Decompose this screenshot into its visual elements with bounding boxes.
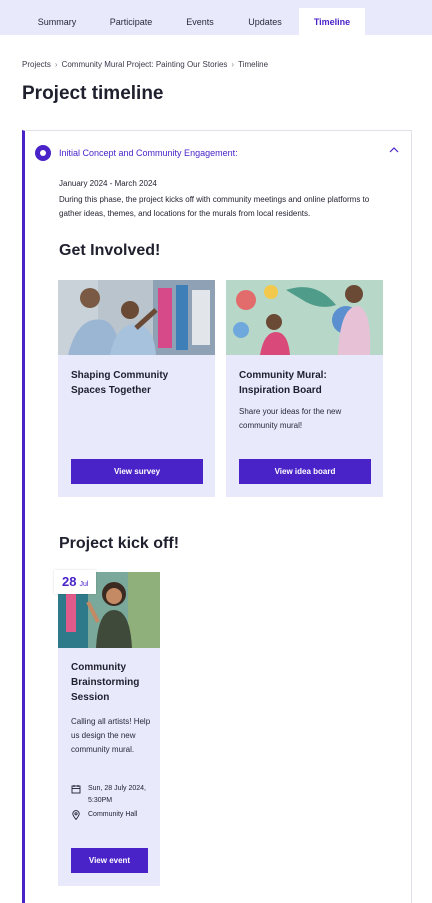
chevron-right-icon: › (231, 60, 235, 69)
phase-dates: January 2024 - March 2024 (59, 179, 157, 188)
survey-card-title: Shaping Community Spaces Together (71, 370, 169, 396)
idea-board-card-text: Share your ideas for the new community m… (239, 407, 342, 430)
view-event-button[interactable]: View event (71, 848, 148, 873)
calendar-icon (71, 785, 81, 794)
event-date-month: Jul (79, 581, 89, 588)
phase-description: During this phase, the project kicks off… (59, 195, 370, 218)
tab-updates[interactable]: Updates (234, 8, 296, 35)
event-location-row: Community Hall (71, 809, 148, 821)
event-card-title: Community Brainstorming Session (71, 662, 140, 703)
chevron-right-icon: › (54, 60, 58, 69)
event-date-day: 28 (62, 574, 77, 589)
event-datetime-row: Sun, 28 July 2024, 5:30PM (71, 783, 148, 807)
get-involved-heading: Get Involved! (59, 242, 161, 259)
page-title: Project timeline (22, 83, 164, 104)
breadcrumb-current: Timeline (238, 60, 269, 69)
chevron-up-icon[interactable] (389, 146, 399, 154)
idea-board-card-image (226, 280, 383, 355)
breadcrumb-projects[interactable]: Projects (22, 60, 51, 69)
phase-marker-icon (35, 145, 51, 161)
location-pin-icon (72, 810, 80, 820)
project-kickoff-heading: Project kick off! (59, 535, 180, 552)
tab-timeline[interactable]: Timeline (299, 8, 365, 35)
event-date-badge: 28 Jul (54, 570, 97, 594)
phase-accordion-header[interactable]: Initial Concept and Community Engagement… (35, 143, 405, 163)
event-card-text: Calling all artists! Help us design the … (71, 717, 151, 754)
event-card: 28 Jul Community Brainstorming Session C… (54, 570, 160, 886)
tab-participate[interactable]: Participate (96, 8, 166, 35)
breadcrumb: Projects › Community Mural Project: Pain… (22, 60, 268, 69)
tab-summary[interactable]: Summary (22, 8, 92, 35)
phase-title: Initial Concept and Community Engagement… (59, 148, 238, 158)
view-survey-button[interactable]: View survey (71, 459, 203, 484)
survey-card: Shaping Community Spaces Together View s… (58, 280, 215, 497)
view-idea-board-button[interactable]: View idea board (239, 459, 371, 484)
survey-card-image (58, 280, 215, 355)
event-datetime: Sun, 28 July 2024, 5:30PM (88, 785, 146, 804)
breadcrumb-project[interactable]: Community Mural Project: Painting Our St… (62, 60, 228, 69)
tab-bar: Summary Participate Events Updates Timel… (0, 0, 432, 35)
tab-events[interactable]: Events (170, 8, 230, 35)
timeline-phase-panel: Initial Concept and Community Engagement… (22, 130, 412, 903)
event-location: Community Hall (88, 811, 138, 818)
idea-board-card-title: Community Mural: Inspiration Board (239, 370, 327, 396)
idea-board-card: Community Mural: Inspiration Board Share… (226, 280, 383, 497)
